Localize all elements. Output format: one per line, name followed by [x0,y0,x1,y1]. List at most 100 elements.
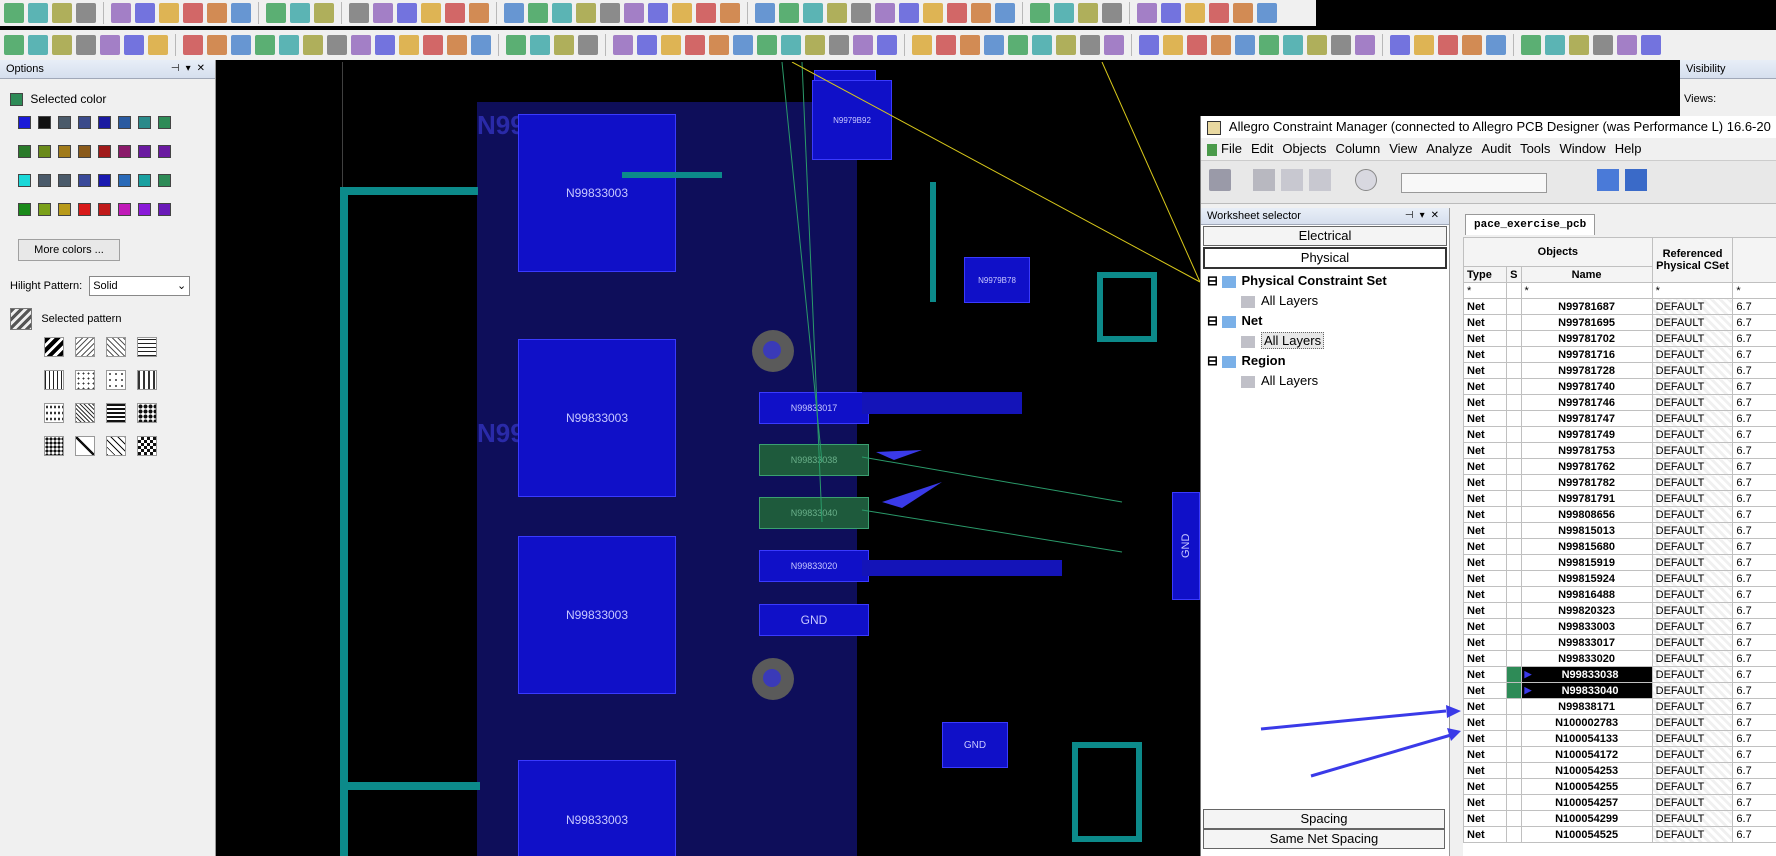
cell-ref[interactable]: DEFAULT [1651,442,1734,459]
toolbar-tool-icon[interactable] [1331,35,1351,55]
ws-panel-controls[interactable]: ⊣▾✕ [1405,208,1445,224]
toolbar-tool-icon[interactable] [1056,35,1076,55]
color-swatch[interactable] [78,145,91,159]
cell-name[interactable]: N99781740 [1520,378,1653,395]
cell-ref[interactable]: DEFAULT [1651,458,1734,475]
menu-file[interactable]: File [1221,141,1242,156]
toolbar-tool-icon[interactable] [1233,3,1253,23]
table-row[interactable]: Net N100002783 DEFAULT 6.7 [1463,714,1776,731]
pattern-swatch[interactable] [137,370,157,390]
toolbar-tool-icon[interactable] [207,3,227,23]
color-swatch[interactable] [18,203,31,217]
toolbar-tool-icon[interactable] [899,3,919,23]
cell-name[interactable]: N99781791 [1520,490,1653,507]
toolbar-tool-icon[interactable] [506,35,526,55]
cell-ref[interactable]: DEFAULT [1651,426,1734,443]
table-row[interactable]: Net N100054253 DEFAULT 6.7 [1463,762,1776,779]
cell-ref[interactable]: DEFAULT [1651,794,1734,811]
toolbar-tool-icon[interactable] [1593,35,1613,55]
cell-ref[interactable]: DEFAULT [1651,602,1734,619]
toolbar-tool-icon[interactable] [1161,3,1181,23]
toolbar-tool-icon[interactable] [578,35,598,55]
cell-lw[interactable]: 6.7 [1732,730,1776,747]
menu-view[interactable]: View [1389,141,1417,156]
toolbar-tool-icon[interactable] [779,3,799,23]
toolbar-tool-icon[interactable] [1008,35,1028,55]
cell-lw[interactable]: 6.7 [1732,506,1776,523]
cell-name[interactable]: N99781746 [1520,394,1653,411]
toolbar-tool-icon[interactable] [528,3,548,23]
toolbar-tool-icon[interactable] [685,35,705,55]
cell-name[interactable]: N100054257 [1520,794,1653,811]
cell-status[interactable] [1506,570,1522,587]
cell-type[interactable]: Net [1463,474,1508,491]
toolbar-tool-icon[interactable] [912,35,932,55]
toolbar-tool-icon[interactable] [76,35,96,55]
cell-status[interactable] [1506,730,1522,747]
toolbar-tool-icon[interactable] [290,3,310,23]
toolbar-tool-icon[interactable] [696,3,716,23]
toolbar-tool-icon[interactable] [1414,35,1434,55]
cell-type[interactable]: Net [1463,426,1508,443]
cell-ref[interactable]: DEFAULT [1651,554,1734,571]
table-row[interactable]: Net N99781728 DEFAULT 6.7 [1463,362,1776,379]
toolbar-tool-icon[interactable] [803,3,823,23]
cell-name[interactable]: N99781747 [1520,410,1653,427]
cell-name[interactable]: N99781716 [1520,346,1653,363]
cell-status[interactable] [1506,650,1522,667]
toolbar-tool-icon[interactable] [672,3,692,23]
cell-status[interactable] [1506,682,1522,699]
cell-lw[interactable]: 6.7 [1732,442,1776,459]
toolbar-tool-icon[interactable] [1032,35,1052,55]
col-type[interactable]: Type [1463,266,1508,283]
toolbar-tool-icon[interactable] [613,35,633,55]
cell-ref[interactable]: DEFAULT [1651,682,1734,699]
toolbar-tool-icon[interactable] [421,3,441,23]
toolbar-tool-icon[interactable] [397,3,417,23]
cell-lw[interactable]: 6.7 [1732,554,1776,571]
color-swatch[interactable] [98,116,111,130]
color-swatch[interactable] [138,145,151,159]
color-swatch[interactable] [38,145,51,159]
cell-name[interactable]: N99833003 [1520,618,1653,635]
cell-name[interactable]: N99820323 [1520,602,1653,619]
cell-status[interactable] [1506,618,1522,635]
cell-name[interactable]: N99781749 [1520,426,1653,443]
toolbar-tool-icon[interactable] [231,3,251,23]
filter-name[interactable]: * [1520,282,1653,299]
action-icon-2[interactable] [1625,169,1647,191]
filter-combo[interactable] [1401,173,1547,193]
table-row[interactable]: Net N99781746 DEFAULT 6.7 [1463,394,1776,411]
toolbar-tool-icon[interactable] [984,35,1004,55]
pattern-swatch[interactable] [137,337,157,357]
cell-ref[interactable]: DEFAULT [1651,394,1734,411]
color-swatch[interactable] [38,203,51,217]
cell-ref[interactable]: DEFAULT [1651,570,1734,587]
toolbar-tool-icon[interactable] [600,3,620,23]
cell-name[interactable]: N100054299 [1520,810,1653,827]
cell-type[interactable]: Net [1463,698,1508,715]
toolbar-tool-icon[interactable] [28,35,48,55]
cell-name[interactable]: ▶ N99833038 [1520,666,1653,683]
toolbar-tool-icon[interactable] [1080,35,1100,55]
table-row[interactable]: Net N99781747 DEFAULT 6.7 [1463,410,1776,427]
tree-pcs-all-layers[interactable]: All Layers [1207,291,1449,311]
cell-status[interactable] [1506,378,1522,395]
toolbar-tool-icon[interactable] [1569,35,1589,55]
toolbar-tool-icon[interactable] [28,3,48,23]
toolbar-tool-icon[interactable] [255,35,275,55]
cell-status[interactable] [1506,666,1522,683]
cell-ref[interactable]: DEFAULT [1651,698,1734,715]
toolbar-tool-icon[interactable] [266,3,286,23]
cell-ref[interactable]: DEFAULT [1651,666,1734,683]
cell-type[interactable]: Net [1463,554,1508,571]
table-row[interactable]: Net N99808656 DEFAULT 6.7 [1463,506,1776,523]
toolbar-tool-icon[interactable] [52,3,72,23]
color-swatch[interactable] [98,145,111,159]
toolbar-tool-icon[interactable] [733,35,753,55]
cell-status[interactable] [1506,410,1522,427]
cell-status[interactable] [1506,762,1522,779]
hilight-pattern-select[interactable]: Solid ⌄ [89,276,191,297]
cell-status[interactable] [1506,362,1522,379]
cell-name[interactable]: N99815919 [1520,554,1653,571]
